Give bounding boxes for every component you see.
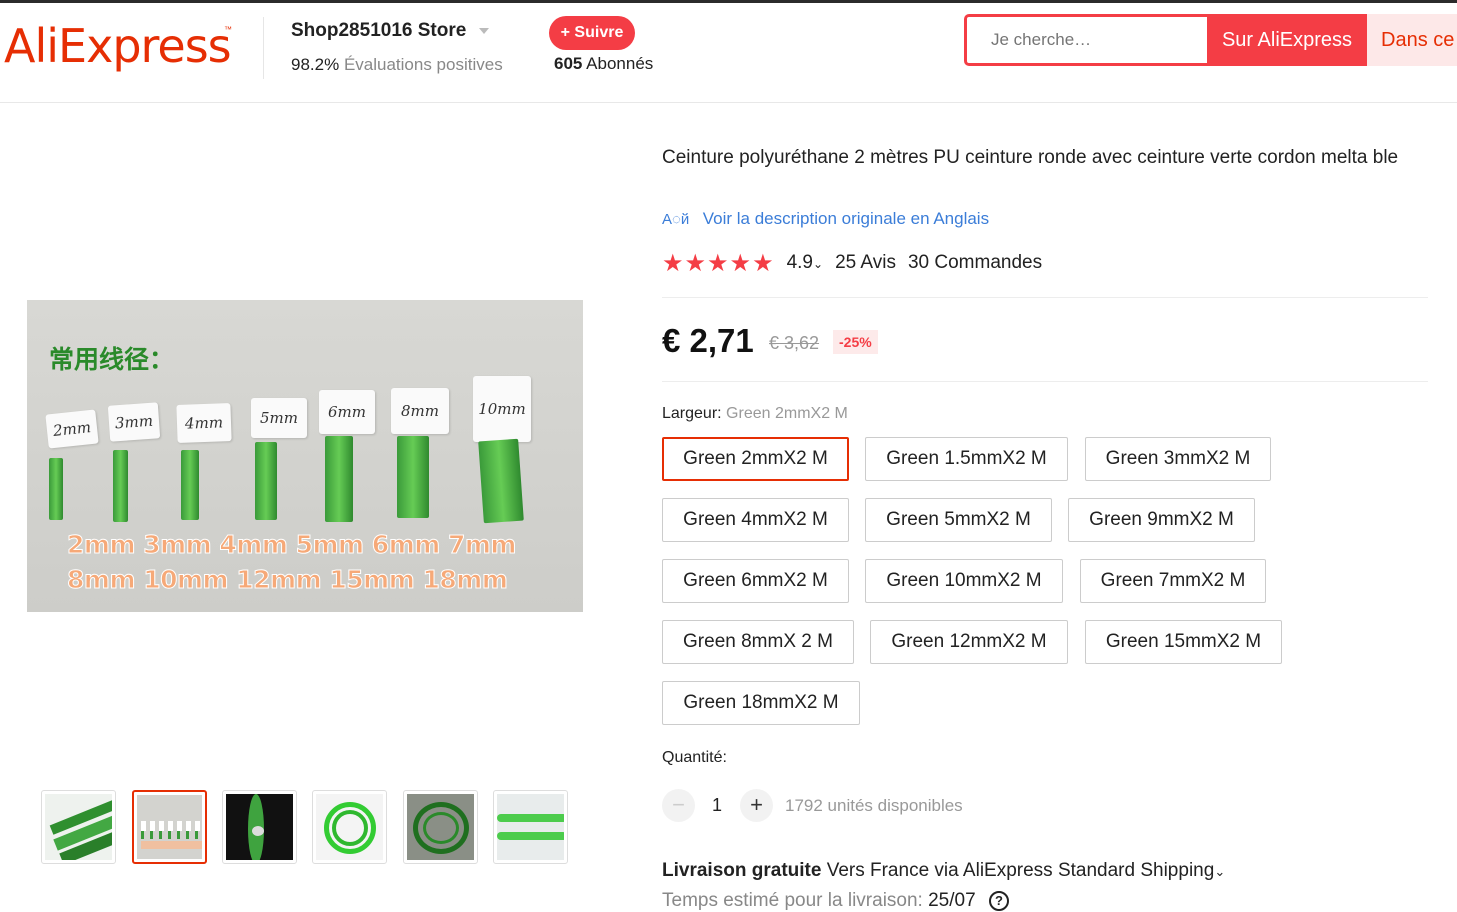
quantity-label: Quantité: [662,749,727,766]
thumbnail-image [316,794,383,860]
translate-label: Voir la description originale en Anglais [702,209,990,228]
store-rating-label: Évaluations positives [343,55,503,74]
translate-link[interactable]: A◌й Voir la description originale en Ang… [662,209,989,229]
green-cord-sample [325,436,353,522]
delivery-label: Temps estimé pour la livraison: [662,890,923,911]
followers-number: 605 [554,54,583,73]
property-name: Largeur: [662,405,722,422]
option-green-1-5mm[interactable]: Green 1.5mmX2 M [865,437,1068,481]
thumbnail-image [137,795,202,859]
size-tag: 3mm [107,402,161,442]
green-cord-sample [397,436,429,518]
search-aliexpress-button[interactable]: Sur AliExpress [1207,14,1367,66]
store-header: AliExpress ™ Shop2851016 Store 98.2% Éva… [0,3,1457,103]
translate-icon: A◌й [662,211,690,228]
size-tag: 10mm [473,376,531,442]
thumbnail[interactable] [493,790,568,864]
thumbnail[interactable] [312,790,387,864]
image-title-text: 常用线径： [49,345,175,374]
quantity-decrease-button[interactable]: − [662,789,695,822]
followers-label: Abonnés [586,54,654,73]
image-caption-line1: 2mm 3mm 4mm 5mm 6mm 7mm [67,530,518,560]
store-dropdown-icon[interactable] [479,28,489,34]
shipping-info[interactable]: Livraison gratuite Vers France via AliEx… [662,860,1225,882]
delivery-estimate: Temps estimé pour la livraison: 25/07 ? [662,890,1009,912]
trademark-mark: ™ [224,25,232,34]
section-divider [662,381,1428,382]
thumbnail[interactable] [403,790,478,864]
property-label: Largeur: Green 2mmX2 M [662,405,848,423]
thumbnail-image [226,794,293,860]
option-green-8mm[interactable]: Green 8mmX 2 M [662,620,854,664]
shipping-details: Vers France via AliExpress Standard Ship… [821,860,1215,881]
store-name-link[interactable]: Shop2851016 Store [291,20,466,42]
option-green-10mm[interactable]: Green 10mmX2 M [865,559,1063,603]
store-rating: 98.2% Évaluations positives [291,55,503,75]
free-shipping-label: Livraison gratuite [662,860,822,881]
green-cord-sample [113,450,128,522]
original-price: € 3,62 [769,333,820,353]
shipping-dropdown-icon[interactable]: ⌄ [1214,864,1225,879]
option-green-3mm[interactable]: Green 3mmX2 M [1085,437,1271,481]
green-cord-sample [255,442,277,520]
discount-badge: -25% [833,330,878,354]
thumbnail[interactable] [41,790,116,864]
option-green-7mm[interactable]: Green 7mmX2 M [1080,559,1266,603]
rating-row: ★★★★★ 4.9⌄ 25 Avis 30 Commandes [662,249,1054,277]
header-divider [263,17,264,79]
followers-count: 605 Abonnés [554,54,653,74]
size-tag: 4mm [176,403,232,443]
delivery-date: 25/07 [928,890,976,911]
aliexpress-logo[interactable]: AliExpress [4,19,232,73]
rating-value[interactable]: 4.9⌄ [787,252,823,274]
green-cord-sample [49,458,63,520]
thumbnail-image [45,794,112,860]
help-icon[interactable]: ? [988,890,1009,911]
size-tag: 5mm [251,398,307,438]
current-price: € 2,71 [662,322,754,359]
main-product-image[interactable]: 常用线径： 2mm 3mm 4mm 5mm 6mm 8mm 10mm 2mm 3… [27,300,583,612]
option-green-6mm[interactable]: Green 6mmX2 M [662,559,849,603]
thumbnail[interactable] [222,790,297,864]
image-caption-line2: 8mm 10mm 12mm 15mm 18mm [66,565,508,595]
quantity-increase-button[interactable]: + [740,789,773,822]
option-green-9mm[interactable]: Green 9mmX2 M [1068,498,1255,542]
property-selected-value: Green 2mmX2 M [726,405,848,422]
size-tag: 6mm [319,390,375,434]
option-green-12mm[interactable]: Green 12mmX2 M [870,620,1068,664]
green-cord-sample [478,438,524,524]
thumbnail-image [497,794,564,860]
section-divider [662,297,1428,298]
green-cord-sample [181,450,199,520]
option-green-15mm[interactable]: Green 15mmX2 M [1085,620,1282,664]
thumbnail-active[interactable] [132,790,207,864]
store-rating-value: 98.2% [291,55,340,74]
star-rating-icon: ★★★★★ [662,249,775,277]
stock-available: 1792 unités disponibles [785,796,963,815]
follow-button[interactable]: + Suivre [549,16,635,50]
search-input[interactable] [967,17,1207,63]
orders-count: 30 Commandes [907,252,1043,273]
option-green-4mm[interactable]: Green 4mmX2 M [662,498,849,542]
product-title: Ceinture polyuréthane 2 mètres PU ceintu… [662,147,1399,168]
size-tag: 8mm [391,388,449,434]
option-green-2mm[interactable]: Green 2mmX2 M [662,437,849,481]
search-store-button[interactable]: Dans ce [1367,14,1457,66]
option-green-18mm[interactable]: Green 18mmX2 M [662,681,860,725]
reviews-count[interactable]: 25 Avis [835,252,896,274]
size-tag: 2mm [45,409,99,449]
quantity-input[interactable]: 1 [705,795,729,816]
thumbnail-image [407,794,474,860]
search-bar: Sur AliExpress Dans ce [964,14,1457,66]
option-green-5mm[interactable]: Green 5mmX2 M [865,498,1052,542]
rating-caret-icon: ⌄ [813,257,824,271]
